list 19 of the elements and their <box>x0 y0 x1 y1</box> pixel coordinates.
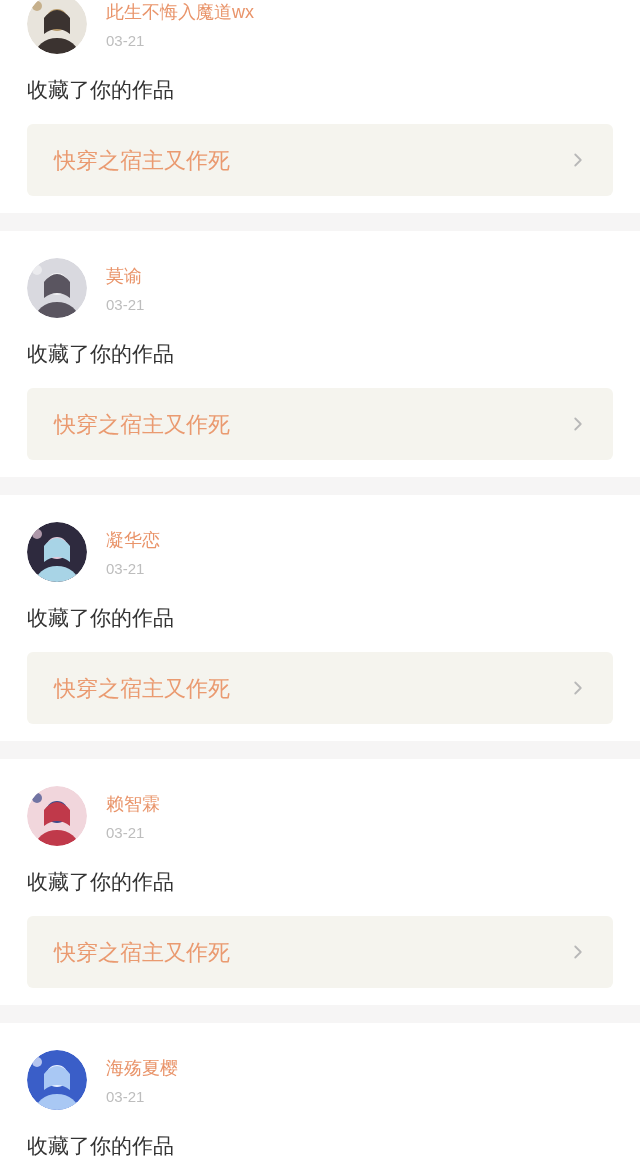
user-name[interactable]: 赖智霖 <box>106 791 160 817</box>
user-name[interactable]: 莫谕 <box>106 263 145 289</box>
date: 03-21 <box>106 559 146 579</box>
action-text: 收藏了你的作品 <box>27 341 175 367</box>
date: 03-21 <box>106 1087 146 1107</box>
book-link[interactable]: 快穿之宿主又作死 <box>27 652 613 724</box>
user-name[interactable]: 凝华恋 <box>106 527 160 553</box>
book-link[interactable]: 快穿之宿主又作死 <box>27 916 613 988</box>
user-name[interactable]: 海殇夏樱 <box>106 1055 178 1081</box>
date: 03-21 <box>106 31 146 51</box>
action-text: 收藏了你的作品 <box>27 77 175 103</box>
date: 03-21 <box>106 295 145 315</box>
book-link[interactable]: 快穿之宿主又作死 <box>27 388 613 460</box>
action-text: 收藏了你的作品 <box>27 605 175 631</box>
action-text: 收藏了你的作品 <box>27 1133 175 1159</box>
action-text: 收藏了你的作品 <box>27 869 175 895</box>
book-link[interactable]: 快穿之宿主又作死 <box>27 124 613 196</box>
user-name[interactable]: 此生不悔入魔道wx <box>106 0 254 25</box>
date: 03-21 <box>106 823 146 843</box>
